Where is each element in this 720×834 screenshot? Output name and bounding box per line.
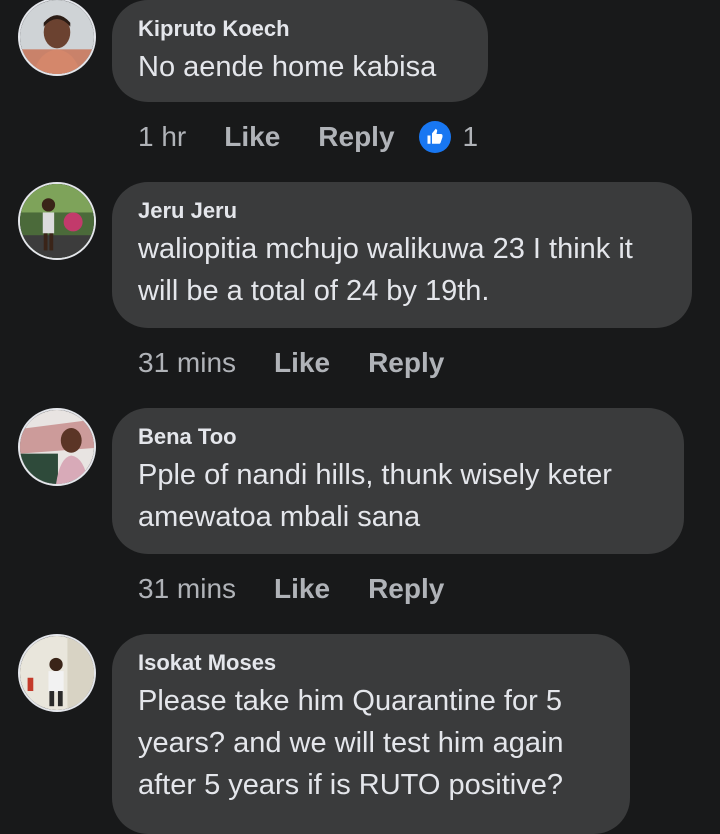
like-button[interactable]: Like bbox=[274, 347, 330, 379]
comment-actions: 31 mins Like Reply bbox=[138, 569, 444, 609]
comment-text: Pple of nandi hills, thunk wisely keter … bbox=[138, 459, 612, 533]
comment-author[interactable]: Isokat Moses bbox=[138, 648, 604, 678]
reply-button[interactable]: Reply bbox=[318, 121, 394, 153]
comment-timestamp[interactable]: 1 hr bbox=[138, 121, 186, 153]
avatar[interactable] bbox=[18, 634, 96, 712]
like-button[interactable]: Like bbox=[274, 573, 330, 605]
avatar[interactable] bbox=[18, 0, 96, 76]
comment-bubble: Isokat Moses Please take him Quarantine … bbox=[112, 634, 630, 834]
avatar-photo bbox=[20, 410, 94, 484]
comment-timestamp[interactable]: 31 mins bbox=[138, 347, 236, 379]
avatar-photo bbox=[20, 0, 94, 74]
reaction-count: 1 bbox=[462, 121, 479, 152]
avatar-photo bbox=[20, 184, 94, 258]
avatar[interactable] bbox=[18, 408, 96, 486]
reaction-summary[interactable]: 1 bbox=[418, 121, 479, 153]
comment-author[interactable]: Bena Too bbox=[138, 422, 658, 452]
comment-text: Please take him Quarantine for 5 years? … bbox=[138, 685, 564, 801]
reply-button[interactable]: Reply bbox=[368, 347, 444, 379]
comment-text: waliopitia mchujo walikuwa 23 I think it… bbox=[138, 233, 633, 307]
comment-bubble: Jeru Jeru waliopitia mchujo walikuwa 23 … bbox=[112, 182, 692, 328]
comment-author[interactable]: Jeru Jeru bbox=[138, 196, 666, 226]
comment-author[interactable]: Kipruto Koech bbox=[138, 14, 462, 44]
comment-bubble: Bena Too Pple of nandi hills, thunk wise… bbox=[112, 408, 684, 554]
comment-bubble: Kipruto Koech No aende home kabisa bbox=[112, 0, 488, 102]
comment-actions: 1 hr Like Reply 1 bbox=[138, 117, 478, 157]
comment-timestamp[interactable]: 31 mins bbox=[138, 573, 236, 605]
reply-button[interactable]: Reply bbox=[368, 573, 444, 605]
like-button[interactable]: Like bbox=[224, 121, 280, 153]
avatar[interactable] bbox=[18, 182, 96, 260]
thumbs-up-icon bbox=[418, 121, 451, 153]
comment-text: No aende home kabisa bbox=[138, 51, 437, 83]
avatar-photo bbox=[20, 636, 94, 710]
comment-actions: 31 mins Like Reply bbox=[138, 343, 444, 383]
